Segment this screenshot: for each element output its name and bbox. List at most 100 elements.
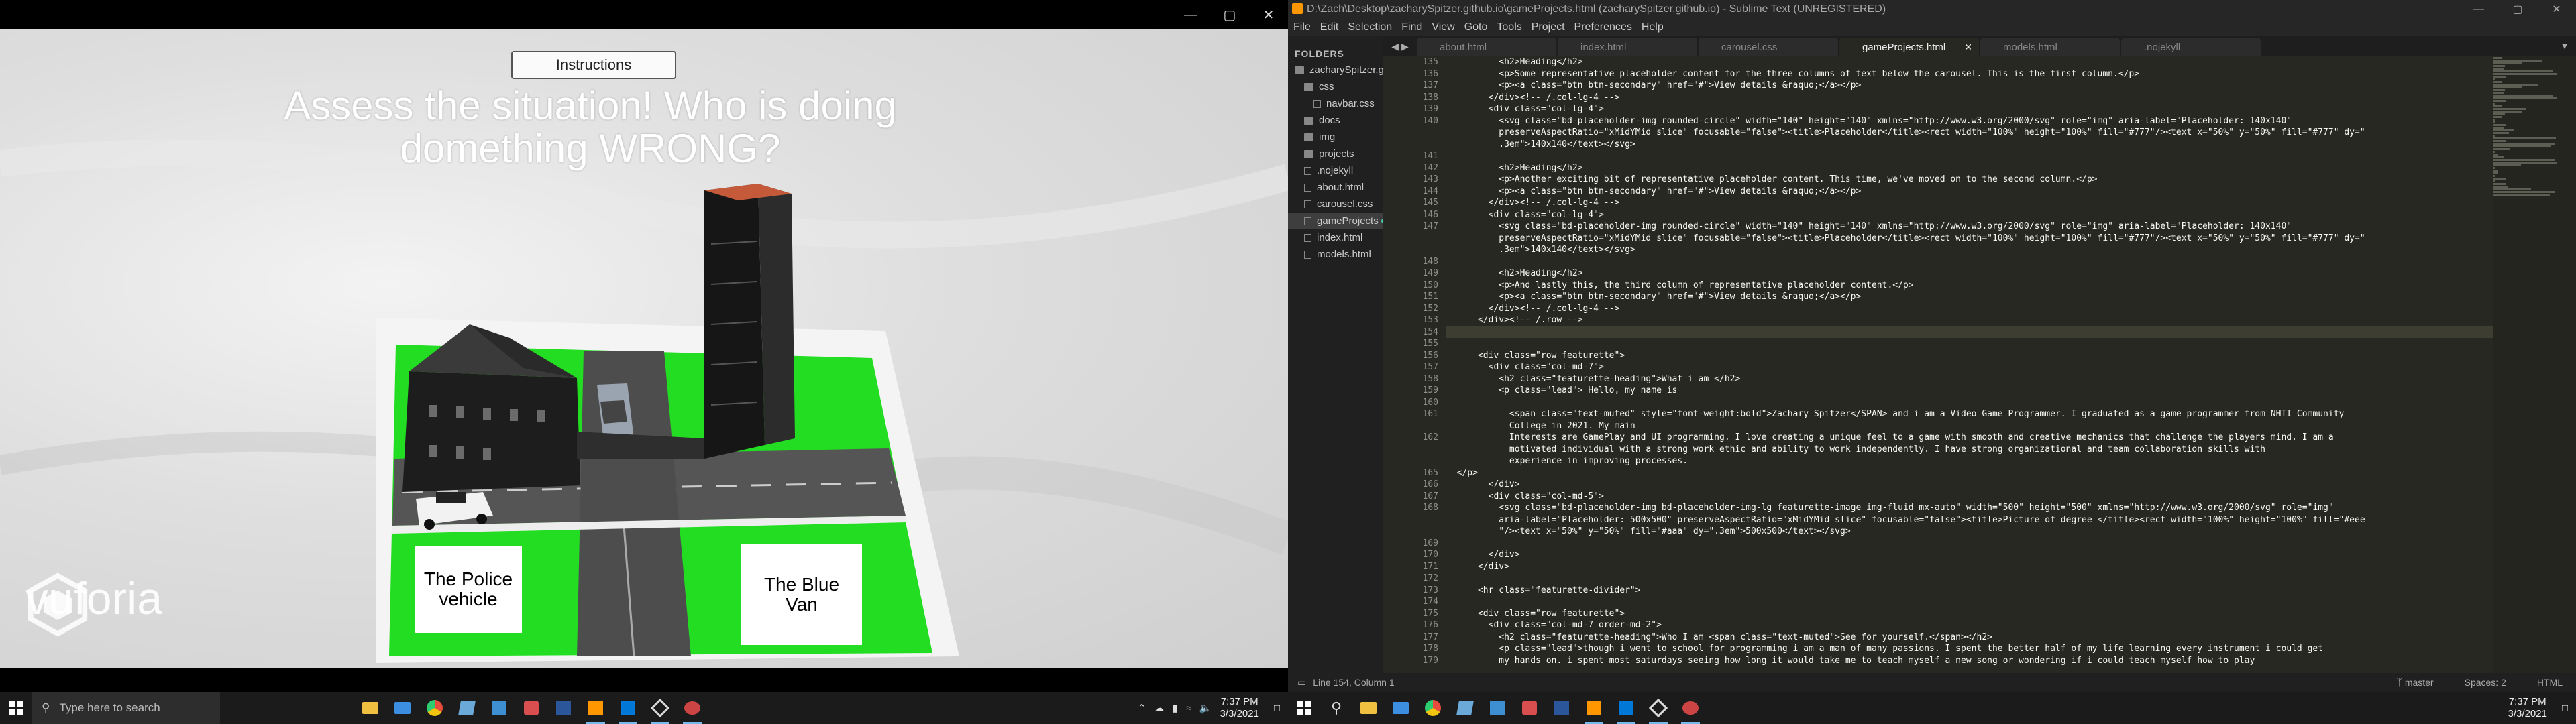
code-line[interactable]: College in 2021. My main (1446, 420, 2493, 432)
syntax-setting[interactable]: HTML (2537, 677, 2563, 688)
taskbar-search-box[interactable]: ⚲ Type here to search (32, 692, 220, 724)
answer-blue-van[interactable]: The Blue Van (741, 544, 862, 645)
code-line[interactable]: <p><a class="btn btn-secondary" href="#"… (1446, 80, 2493, 92)
menu-edit[interactable]: Edit (1320, 21, 1339, 34)
cloud-icon[interactable]: ☁ (1154, 702, 1164, 714)
code-line[interactable]: <div class="col-lg-4"> (1446, 103, 2493, 115)
chrome-icon[interactable] (419, 692, 451, 724)
code-line[interactable]: </div><!-- /.col-lg-4 --> (1446, 303, 2493, 315)
code-line[interactable]: <h2>Heading</h2> (1446, 267, 2493, 280)
clock[interactable]: 7:37 PM 3/3/2021 (2508, 696, 2547, 720)
menu-view[interactable]: View (1432, 21, 1454, 34)
code-line[interactable]: Interests are GamePlay and UI programmin… (1446, 432, 2493, 444)
code-line[interactable]: <h2>Heading</h2> (1446, 162, 2493, 174)
code-line[interactable]: <div class="col-md-5"> (1446, 491, 2493, 503)
code-line[interactable]: <hr class="featurette-divider"> (1446, 585, 2493, 597)
sublime-icon[interactable] (580, 692, 612, 724)
minimap[interactable] (2493, 56, 2576, 673)
code-line[interactable]: <div class="row featurette"> (1446, 350, 2493, 362)
clock[interactable]: 7:37 PM 3/3/2021 (1220, 696, 1259, 720)
tree-item-file[interactable]: navbar.css (1288, 95, 1383, 112)
tree-item-folder[interactable]: zacharySpitzer.g (1288, 62, 1383, 78)
code-line[interactable]: motivated individual with a strong work … (1446, 444, 2493, 456)
volume-icon[interactable]: 🔈 (1199, 702, 1212, 714)
code-line[interactable]: </div> (1446, 561, 2493, 573)
code-line[interactable]: <div class="row featurette"> (1446, 608, 2493, 620)
start-button[interactable] (0, 692, 32, 724)
code-line[interactable]: .3em">140x140</text></svg> (1446, 244, 2493, 256)
game-app-icon[interactable] (676, 692, 708, 724)
code-line[interactable] (1446, 326, 2493, 338)
menu-help[interactable]: Help (1642, 21, 1664, 34)
code-line[interactable]: </div><!-- /.row --> (1446, 314, 2493, 326)
code-line[interactable]: <h2 class="featurette-heading">Who I am … (1446, 631, 2493, 644)
editor-tab[interactable]: models.html (1980, 38, 2120, 56)
mail-icon[interactable] (386, 692, 419, 724)
word-icon[interactable] (1546, 692, 1578, 724)
chrome-icon[interactable] (1417, 692, 1449, 724)
tree-item-folder[interactable]: docs (1288, 112, 1383, 129)
code-line[interactable]: my hands on. i spent most saturdays seei… (1446, 655, 2493, 667)
tree-item-folder[interactable]: img (1288, 129, 1383, 145)
minimize-button[interactable]: — (1171, 0, 1210, 29)
minimize-button[interactable]: — (2459, 0, 2498, 19)
notifications-icon[interactable]: □ (2562, 703, 2568, 714)
tree-item-folder[interactable]: projects (1288, 145, 1383, 162)
file-explorer-icon[interactable] (1352, 692, 1385, 724)
code-line[interactable]: <div class="col-md-7"> (1446, 361, 2493, 373)
code-line[interactable]: <p><a class="btn btn-secondary" href="#"… (1446, 186, 2493, 198)
code-line[interactable]: <svg class="bd-placeholder-img rounded-c… (1446, 221, 2493, 233)
app-icon[interactable] (451, 692, 483, 724)
code-line[interactable]: .3em">140x140</text></svg> (1446, 139, 2493, 151)
code-line[interactable]: <div class="col-lg-4"> (1446, 209, 2493, 221)
instructions-button[interactable]: Instructions (511, 51, 676, 79)
indentation-setting[interactable]: Spaces: 2 (2465, 677, 2506, 688)
tab-dropdown-icon[interactable]: ▼ (2560, 40, 2569, 51)
unity-icon[interactable] (1642, 692, 1674, 724)
code-line[interactable] (1446, 150, 2493, 162)
code-line[interactable]: </div><!-- /.col-lg-4 --> (1446, 197, 2493, 209)
vs-code-icon[interactable] (612, 692, 644, 724)
code-line[interactable]: <span class="text-muted" style="font-wei… (1446, 408, 2493, 420)
editor-tab[interactable]: carousel.css (1699, 38, 1838, 56)
code-line[interactable]: </div> (1446, 549, 2493, 561)
code-line[interactable] (1446, 572, 2493, 585)
maximize-button[interactable]: ▢ (2498, 0, 2537, 19)
vs-code-icon[interactable] (1610, 692, 1642, 724)
visual-studio-icon[interactable] (1481, 692, 1513, 724)
tree-item-file[interactable]: .nojekyll (1288, 162, 1383, 179)
editor-tab[interactable]: about.html (1417, 38, 1556, 56)
menu-selection[interactable]: Selection (1348, 21, 1392, 34)
status-monitor-icon[interactable]: ▭ (1297, 677, 1306, 688)
git-branch[interactable]: ᛉ master (2397, 677, 2434, 688)
media-app-icon[interactable] (1513, 692, 1546, 724)
start-button[interactable] (1288, 692, 1320, 724)
code-line[interactable]: </div> (1446, 479, 2493, 491)
code-line[interactable]: experience in improving processes. (1446, 455, 2493, 467)
visual-studio-icon[interactable] (483, 692, 515, 724)
file-explorer-icon[interactable] (354, 692, 386, 724)
code-line[interactable]: <svg class="bd-placeholder-img rounded-c… (1446, 115, 2493, 127)
menu-project[interactable]: Project (1532, 21, 1565, 34)
game-app-icon[interactable] (1674, 692, 1707, 724)
code-line[interactable]: <svg class="bd-placeholder-img bd-placeh… (1446, 502, 2493, 514)
answer-police-vehicle[interactable]: The Police vehicle (415, 546, 522, 633)
tab-close-icon[interactable]: ✕ (1964, 42, 1972, 53)
battery-icon[interactable]: ▮ (1172, 702, 1177, 714)
tree-item-file[interactable]: gameProjects (1288, 213, 1383, 229)
code-line[interactable]: <p>And lastly this, the third column of … (1446, 280, 2493, 292)
code-line[interactable]: <div class="col-md-7 order-md-2"> (1446, 619, 2493, 631)
code-area[interactable]: <h2>Heading</h2> <p>Some representative … (1446, 56, 2493, 673)
word-icon[interactable] (547, 692, 580, 724)
code-line[interactable] (1446, 338, 2493, 350)
editor-tab[interactable]: index.html (1558, 38, 1697, 56)
notifications-icon[interactable]: □ (1274, 703, 1280, 714)
code-line[interactable]: </p> (1446, 467, 2493, 479)
code-line[interactable]: preserveAspectRatio="xMidYMid slice" foc… (1446, 127, 2493, 139)
tree-item-folder[interactable]: css (1288, 78, 1383, 95)
menu-find[interactable]: Find (1401, 21, 1422, 34)
code-line[interactable] (1446, 397, 2493, 409)
code-line[interactable] (1446, 538, 2493, 550)
menu-tools[interactable]: Tools (1497, 21, 1521, 34)
tab-scroll-arrows[interactable]: ◀ ▶ (1383, 36, 1417, 56)
